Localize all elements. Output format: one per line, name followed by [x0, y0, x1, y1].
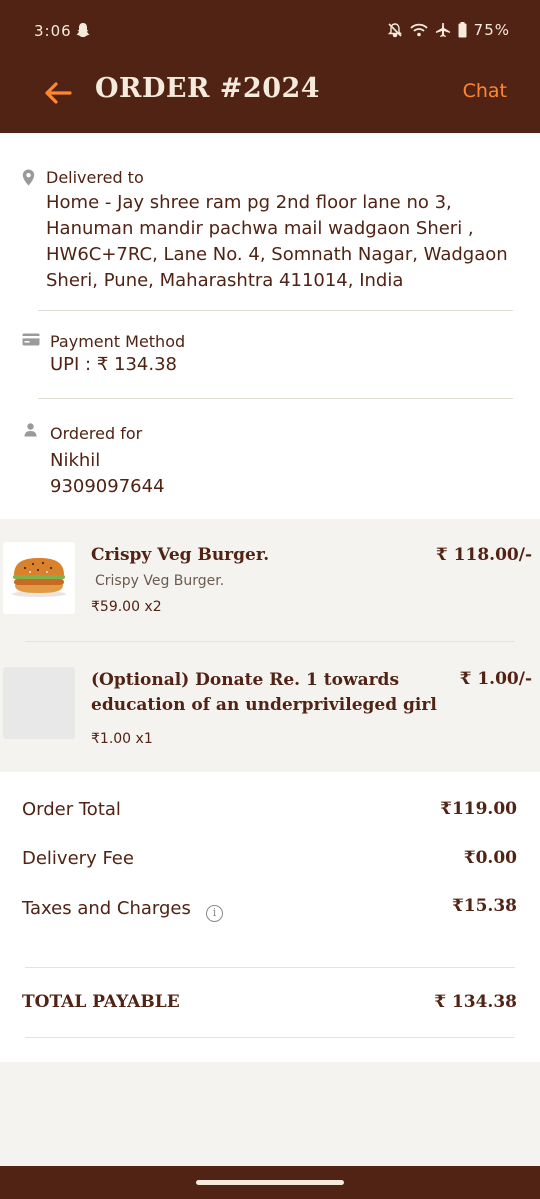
item-image-placeholder — [3, 667, 75, 739]
delivery-address: Home - Jay shree ram pg 2nd floor lane n… — [46, 190, 508, 294]
item-divider — [25, 641, 515, 642]
location-pin-icon — [22, 169, 35, 186]
wifi-icon — [410, 23, 428, 37]
section-divider — [38, 398, 513, 399]
bell-off-icon — [387, 23, 402, 38]
delivery-fee-value: ₹0.00 — [463, 848, 517, 868]
item-name-line: education of an underprivileged girl — [91, 695, 437, 715]
customer-phone: 9309097644 — [50, 476, 165, 497]
item-quantity: ₹1.00 x1 — [91, 731, 153, 747]
status-icons: 75% — [387, 21, 510, 39]
payment-method-value: UPI : ₹ 134.38 — [50, 354, 178, 375]
item-name: Crispy Veg Burger. — [91, 543, 269, 568]
item-quantity: ₹59.00 x2 — [91, 599, 162, 615]
totals-divider — [25, 967, 515, 968]
address-line: Sheri, Pune, Maharashtra 411014, India — [46, 270, 404, 291]
taxes-value: ₹15.38 — [451, 896, 517, 916]
total-payable-value: ₹ 134.38 — [434, 992, 517, 1012]
totals-divider — [25, 1037, 515, 1038]
page-title: ORDER #2024 — [95, 73, 321, 104]
burger-image — [12, 558, 66, 597]
order-total-label: Order Total — [22, 799, 121, 820]
address-line: Hanuman mandir pachwa mail wadgaon Sheri… — [46, 218, 474, 239]
delivered-to-label: Delivered to — [46, 168, 144, 187]
item-name-line: Crispy Veg Burger. — [91, 545, 270, 565]
order-total-value: ₹119.00 — [440, 799, 517, 819]
person-icon — [24, 423, 37, 437]
chat-button[interactable]: Chat — [463, 80, 507, 102]
item-price: ₹ 1.00/- — [459, 669, 532, 689]
item-name-line: (Optional) Donate Re. 1 towards — [91, 670, 400, 690]
address-line: HW6C+7RC, Lane No. 4, Somnath Nagar, Wad… — [46, 244, 508, 265]
totals-section: Order Total ₹119.00 Delivery Fee ₹0.00 T… — [0, 772, 540, 1062]
ordered-for-label: Ordered for — [50, 424, 143, 443]
snapchat-icon — [76, 23, 90, 37]
order-items-section: Crispy Veg Burger. ₹ 118.00/- Crispy Veg… — [0, 519, 540, 772]
item-name: (Optional) Donate Re. 1 towards educatio… — [91, 668, 437, 718]
system-nav-bar — [0, 1166, 540, 1199]
taxes-label: Taxes and Charges — [22, 898, 191, 919]
airplane-icon — [435, 23, 450, 37]
battery-icon — [458, 22, 467, 38]
order-info-section: Delivered to Home - Jay shree ram pg 2nd… — [0, 133, 540, 519]
battery-percent: 75% — [473, 21, 510, 39]
home-gesture-handle[interactable] — [196, 1180, 344, 1185]
status-time: 3:06 — [34, 22, 72, 40]
customer-name: Nikhil — [50, 450, 101, 471]
info-icon[interactable]: i — [206, 905, 223, 922]
total-payable-label: TOTAL PAYABLE — [22, 992, 180, 1012]
item-description: Crispy Veg Burger. — [95, 573, 225, 589]
payment-method-label: Payment Method — [50, 332, 186, 351]
status-bar: 3:06 75% — [0, 0, 540, 60]
delivery-fee-label: Delivery Fee — [22, 848, 134, 869]
credit-card-icon — [22, 333, 40, 346]
item-image-burger — [3, 542, 75, 614]
section-divider — [38, 310, 513, 311]
address-line: Home - Jay shree ram pg 2nd floor lane n… — [46, 192, 452, 213]
app-bar: ORDER #2024 Chat — [0, 60, 540, 133]
back-arrow-icon[interactable] — [40, 75, 76, 111]
item-price: ₹ 118.00/- — [435, 545, 532, 565]
